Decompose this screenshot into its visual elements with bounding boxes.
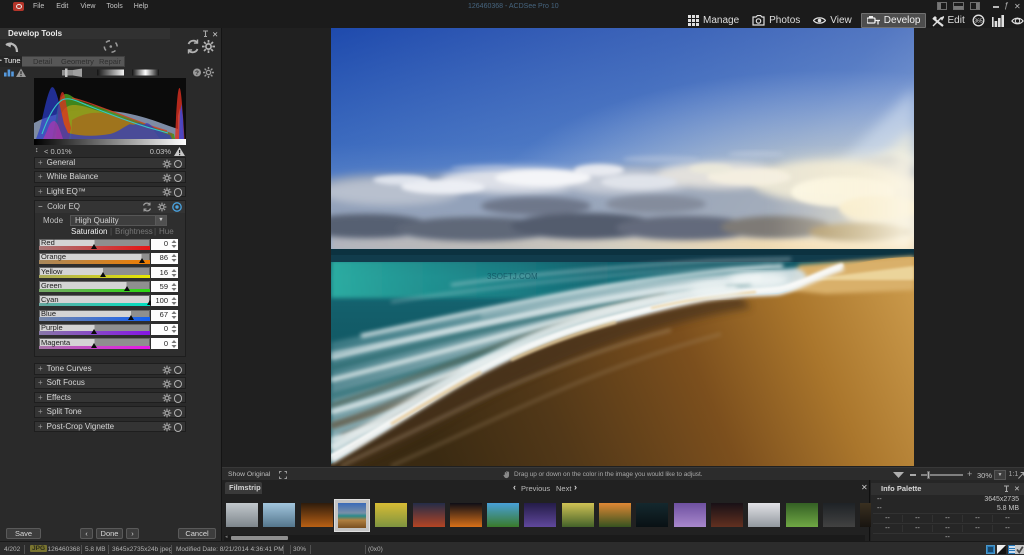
svg-text:3SOFTJ.COM: 3SOFTJ.COM <box>487 272 538 281</box>
svg-text:?: ? <box>195 70 199 77</box>
svg-text:365: 365 <box>974 19 983 25</box>
